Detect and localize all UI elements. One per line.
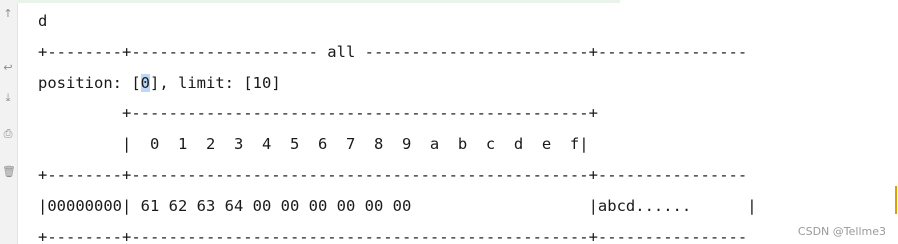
console-line-5: +--------+------------------------------… xyxy=(38,165,748,184)
print-icon[interactable]: ⎙ xyxy=(2,128,14,140)
console-line-3: +---------------------------------------… xyxy=(38,104,598,123)
trash-icon[interactable]: 🗑 xyxy=(2,166,16,178)
console-line-1: +--------+-------------------- all -----… xyxy=(38,42,748,61)
top-strip xyxy=(17,0,620,3)
console-line-4: | 0 1 2 3 4 5 6 7 8 9 a b c d e f| xyxy=(38,135,589,154)
console-toolbar: ↑ ↩ ⤓ ⎙ 🗑 xyxy=(0,0,18,244)
watermark: CSDN @Tellme3 xyxy=(797,225,886,238)
up-arrow-icon[interactable]: ↑ xyxy=(2,8,14,20)
console-window: ↑ ↩ ⤓ ⎙ 🗑 d +--------+------------------… xyxy=(0,0,898,244)
console-output[interactable]: d +--------+-------------------- all ---… xyxy=(38,6,898,244)
selected-text: 0 xyxy=(140,73,150,92)
console-line-0: d xyxy=(38,12,48,30)
scroll-marker xyxy=(895,186,897,214)
download-icon[interactable]: ⤓ xyxy=(2,92,14,104)
wrap-icon[interactable]: ↩ xyxy=(2,62,14,74)
limit-label: ], limit: [10] xyxy=(150,73,281,92)
console-line-2: position: [0], limit: [10] xyxy=(38,68,898,99)
console-line-7: +--------+------------------------------… xyxy=(38,227,748,244)
console-line-6: |00000000| 61 62 63 64 00 00 00 00 00 00… xyxy=(38,196,757,215)
position-label: position: [ xyxy=(38,73,141,92)
